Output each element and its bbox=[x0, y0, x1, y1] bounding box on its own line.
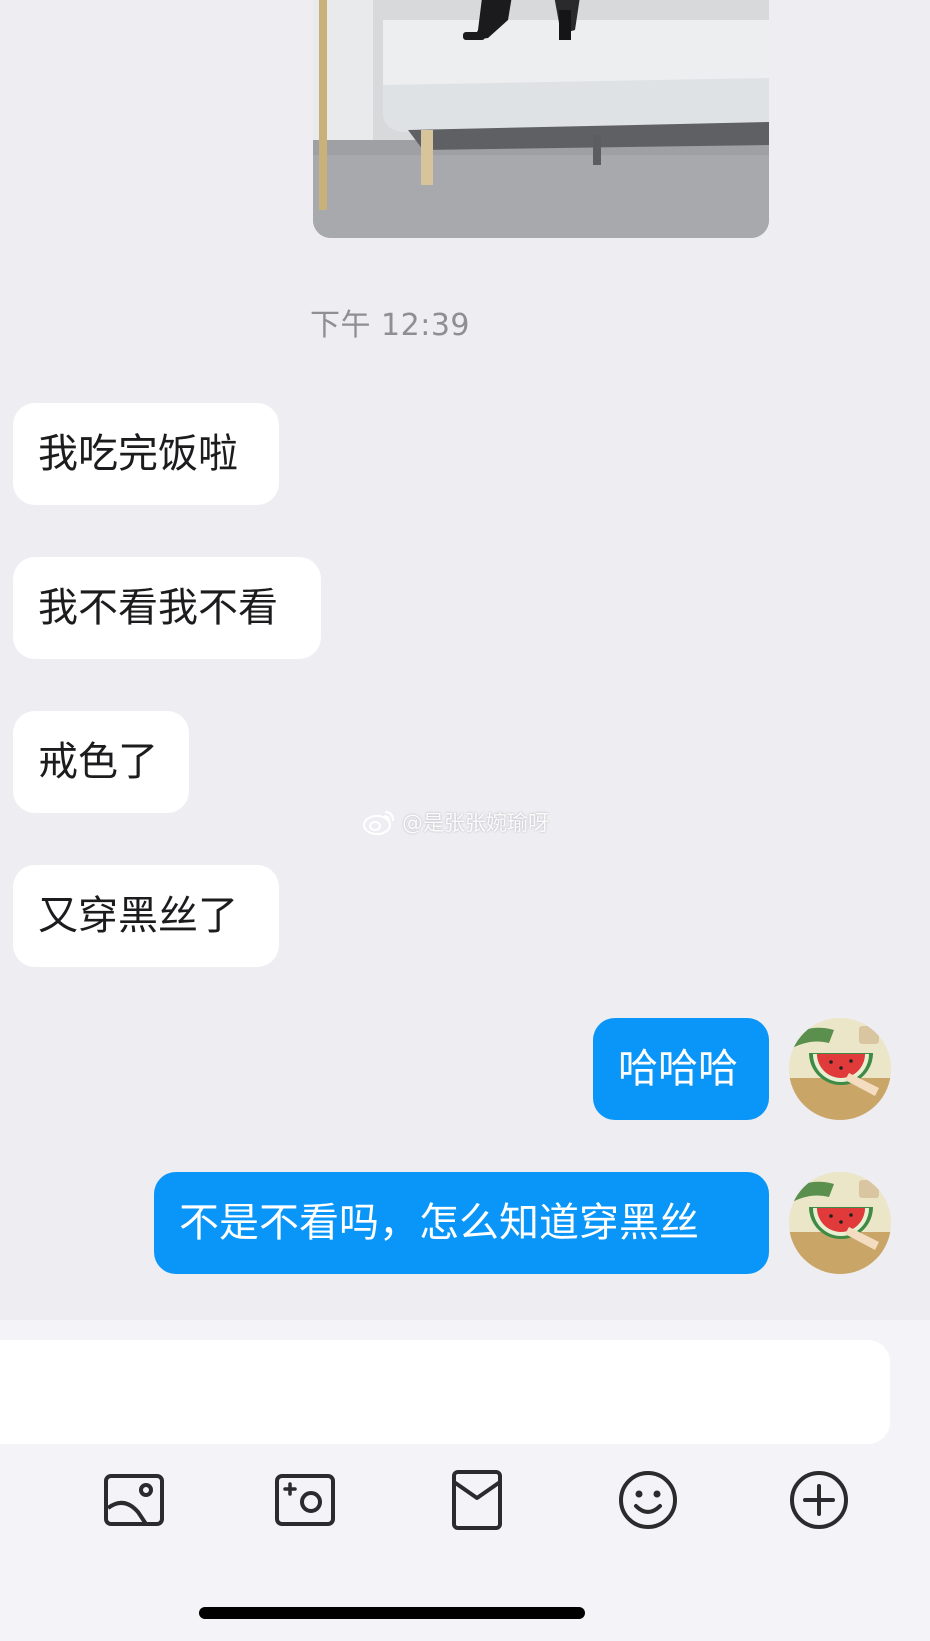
more-button[interactable] bbox=[787, 1468, 851, 1532]
camera-icon bbox=[273, 1468, 337, 1532]
red-packet-button[interactable] bbox=[445, 1468, 509, 1532]
plus-circle-icon bbox=[787, 1468, 851, 1532]
outgoing-message-bubble[interactable]: 哈哈哈 bbox=[593, 1018, 769, 1120]
shared-photo[interactable] bbox=[313, 0, 769, 238]
watermark-text: @是张张婉瑜呀 bbox=[402, 811, 549, 835]
red-packet-icon bbox=[445, 1468, 509, 1532]
incoming-message-bubble[interactable]: 戒色了 bbox=[13, 711, 189, 813]
home-indicator[interactable] bbox=[199, 1607, 585, 1619]
weibo-icon bbox=[362, 808, 396, 836]
avatar[interactable] bbox=[789, 1018, 891, 1120]
emoji-button[interactable] bbox=[616, 1468, 680, 1532]
camera-button[interactable] bbox=[273, 1468, 337, 1532]
incoming-message-bubble[interactable]: 又穿黑丝了 bbox=[13, 865, 279, 967]
avatar[interactable] bbox=[789, 1172, 891, 1274]
chat-screen: 下午 12:39 我吃完饭啦 我不看我不看 戒色了 又穿黑丝了 @是张张婉瑜呀 … bbox=[0, 0, 930, 1641]
emoji-icon bbox=[616, 1468, 680, 1532]
incoming-message-bubble[interactable]: 我不看我不看 bbox=[13, 557, 321, 659]
incoming-message-bubble[interactable]: 我吃完饭啦 bbox=[13, 403, 279, 505]
photo-album-button[interactable] bbox=[102, 1468, 166, 1532]
outgoing-message-bubble[interactable]: 不是不看吗，怎么知道穿黑丝 bbox=[154, 1172, 769, 1274]
photo-album-icon bbox=[102, 1468, 166, 1532]
message-input[interactable] bbox=[0, 1340, 890, 1444]
watermark: @是张张婉瑜呀 bbox=[362, 806, 549, 838]
message-timestamp: 下午 12:39 bbox=[310, 308, 470, 343]
